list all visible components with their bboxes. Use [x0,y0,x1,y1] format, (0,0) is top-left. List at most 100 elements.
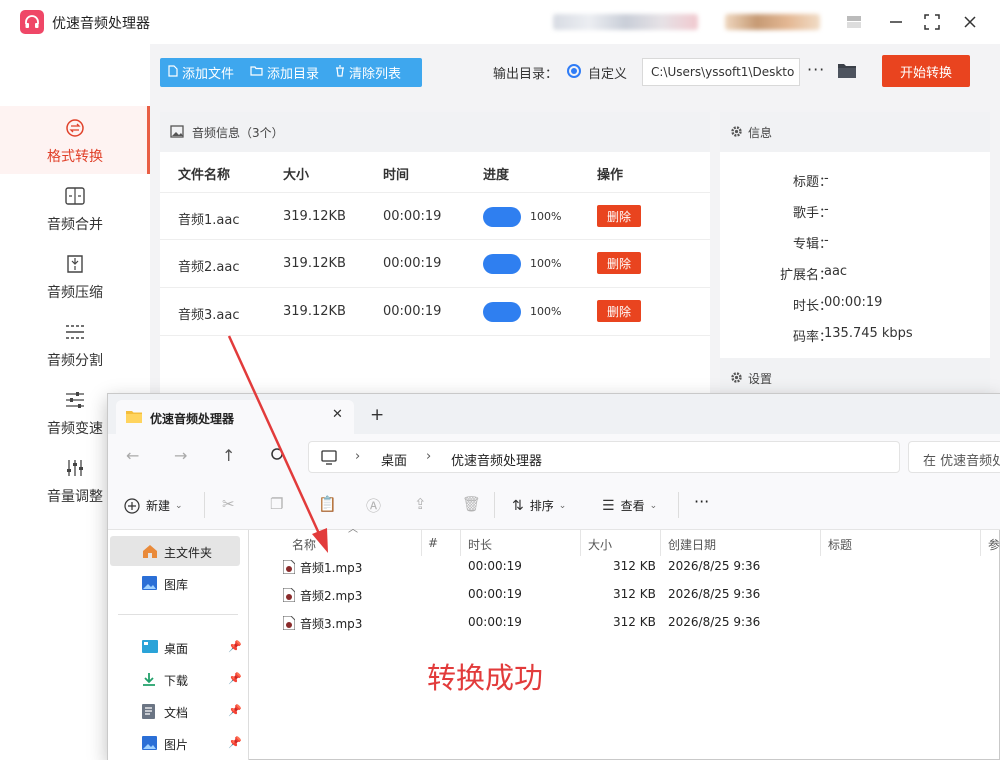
output-path-input[interactable]: C:\Users\yssoft1\Deskto [642,58,800,86]
share-icon[interactable]: ⇪ [414,495,427,513]
trash-icon[interactable]: 🗑 [462,495,481,513]
pin-icon[interactable]: 📌 [228,704,242,717]
list-item[interactable]: 音频2.mp3 00:00:19 312 KB 2026/8/25 9:36 [278,584,978,606]
tab-title: 优速音频处理器 [150,412,235,426]
sidebar-item-merge[interactable]: 音频合并 [0,174,150,242]
divider [494,492,495,518]
sidebar-item-format-convert[interactable]: 格式转换 [0,106,150,174]
speed-icon [62,390,88,410]
back-arrow-icon[interactable]: ← [126,446,139,465]
info-value: 00:00:19 [824,295,883,310]
column-header-number[interactable]: # [428,536,438,550]
minimize-icon[interactable] [884,11,908,33]
table-row[interactable]: 音频2.aac 319.12KB 00:00:19 100% 删除 [160,240,710,288]
info-title: 信息 [748,126,773,140]
nav-item-gallery[interactable]: 图库 [110,568,240,598]
gear-icon [730,125,743,142]
table-row[interactable]: 音频1.aac 319.12KB 00:00:19 100% 删除 [160,192,710,240]
column-divider[interactable] [820,530,821,556]
nav-item-documents[interactable]: 文档 📌 [110,696,242,726]
custom-dir-radio[interactable] [567,64,581,78]
search-input[interactable]: 在 优速音频处理器 [908,441,1000,473]
document-icon [142,704,155,723]
clear-list-button[interactable]: 清除列表 [327,58,409,87]
info-field-title: 标题： - [720,171,990,191]
pin-icon[interactable]: 📌 [228,672,242,685]
file-name: 音频2.aac [178,260,240,275]
breadcrumb-desktop[interactable]: 桌面 [381,450,407,469]
format-convert-icon [62,118,88,138]
new-button[interactable]: 新建 ⌄ [124,497,183,514]
view-button[interactable]: ☰ 查看 ⌄ [602,497,657,514]
nav-item-downloads[interactable]: 下载 📌 [110,664,242,694]
delete-button[interactable]: 删除 [597,300,641,322]
up-arrow-icon[interactable]: ↑ [222,446,235,465]
delete-button[interactable]: 删除 [597,205,641,227]
new-tab-button[interactable]: + [370,405,384,425]
sort-button[interactable]: ⇅ 排序 ⌄ [512,497,566,514]
column-divider[interactable] [660,530,661,556]
column-header-title[interactable]: 标题 [828,536,852,553]
custom-dir-label[interactable]: 自定义 [588,63,627,82]
close-icon[interactable] [958,11,982,33]
table-row[interactable]: 音频3.aac 319.12KB 00:00:19 100% 删除 [160,288,710,336]
title-bar: 优速音频处理器 [0,0,1000,44]
forward-arrow-icon[interactable]: → [174,446,187,465]
delete-button[interactable]: 删除 [597,252,641,274]
start-convert-button[interactable]: 开始转换 [882,55,970,87]
pane-divider[interactable] [248,530,249,760]
column-divider[interactable] [980,530,981,556]
audio-file-icon [282,615,296,634]
sidebar-item-compress[interactable]: 音频压缩 [0,242,150,310]
chevron-down-icon: ⌄ [649,500,658,511]
list-item[interactable]: 音频1.mp3 00:00:19 312 KB 2026/8/25 9:36 [278,556,978,578]
info-value: 135.745 kbps [824,326,913,341]
breadcrumb-folder[interactable]: 优速音频处理器 [451,450,542,469]
file-name: 音频1.mp3 [300,561,363,575]
open-folder-icon[interactable] [837,62,857,83]
copy-icon[interactable]: ❐ [270,495,283,513]
nav-item-pictures[interactable]: 图片 📌 [110,728,242,758]
column-divider[interactable] [460,530,461,556]
more-commands-button[interactable]: ··· [694,492,709,511]
explorer-tab[interactable]: 优速音频处理器 ✕ [116,400,354,434]
file-name: 音频3.mp3 [300,617,363,631]
add-dir-button[interactable]: 添加目录 [242,58,327,87]
nav-item-label: 图库 [164,578,189,592]
audio-file-icon [282,587,296,606]
column-header-created[interactable]: 创建日期 [668,536,716,553]
add-file-button[interactable]: 添加文件 [160,58,242,87]
column-header-name[interactable]: 名称 [292,536,316,553]
split-icon [62,322,88,342]
paste-icon[interactable]: 📋 [318,495,337,513]
nav-item-desktop[interactable]: 桌面 📌 [110,632,242,662]
progress-bar [483,254,521,274]
sidebar-item-split[interactable]: 音频分割 [0,310,150,378]
audio-list-title: 音频信息（3个） [192,126,284,140]
column-header-name: 文件名称 [178,168,231,183]
list-item[interactable]: 音频3.mp3 00:00:19 312 KB 2026/8/25 9:36 [278,612,978,634]
rename-icon[interactable]: Ⓐ [366,495,381,516]
file-created: 2026/8/25 9:36 [668,587,761,601]
pin-icon[interactable]: 📌 [228,736,242,749]
settings-header[interactable]: 设置 [720,358,990,398]
tab-close-icon[interactable]: ✕ [332,407,343,422]
more-options-button[interactable]: ··· [807,60,825,79]
nav-item-home[interactable]: 主文件夹 [110,536,240,566]
column-divider[interactable] [421,530,422,556]
skin-icon[interactable] [842,11,866,33]
explorer-tab-bar: 优速音频处理器 ✕ + [108,394,1000,434]
file-name: 音频3.aac [178,308,240,323]
column-header-size[interactable]: 大小 [588,536,612,553]
breadcrumb[interactable]: › 桌面 › 优速音频处理器 [308,441,900,473]
column-divider[interactable] [580,530,581,556]
cut-icon[interactable]: ✂ [222,495,235,513]
maximize-icon[interactable] [920,11,944,33]
nav-item-label: 下载 [164,674,189,688]
column-header-duration[interactable]: 时长 [468,536,492,553]
sidebar-item-label: 格式转换 [47,149,103,165]
column-header-contributor[interactable]: 参 [988,536,1000,553]
pin-icon[interactable]: 📌 [228,640,242,653]
audio-list-panel: 音频信息（3个） 文件名称 大小 时间 进度 操作 音频1.aac 319.12… [160,112,710,402]
refresh-icon[interactable] [270,446,284,465]
